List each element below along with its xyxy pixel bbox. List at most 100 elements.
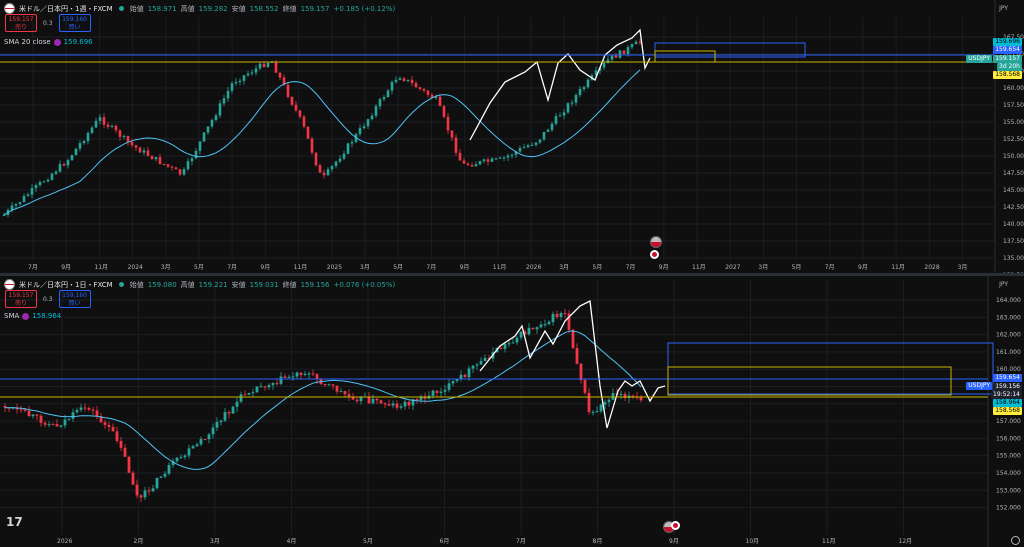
daily-currency-label[interactable]: JPY [999,281,1008,288]
candle-body [587,392,591,413]
candle-body [163,473,167,477]
candle-body [59,425,63,427]
candle-body [151,488,155,492]
candle-body [394,79,398,82]
candle-body [603,402,607,405]
candle-body [19,409,23,411]
daily-buy-button[interactable]: 159.160 買い [58,290,91,308]
settings-gear-icon[interactable] [1011,536,1020,545]
candle-body [95,410,99,417]
candle-body [366,119,370,127]
time-axis-label: 11月 [692,264,706,271]
weekly-sma-legend[interactable]: SMA 20 close 159.696 [4,38,93,46]
weekly-symbol-title[interactable]: 米ドル／日本円・1週・FXCM [19,4,113,14]
price-axis-label: 135.000 [1003,255,1024,262]
candle-body [399,406,403,408]
candle-body [63,419,67,426]
weekly-trade-buttons: 159.157 売り 0.3 159.160 買い [5,14,91,32]
candle-body [638,41,642,43]
daily-chart-canvas[interactable]: 164.000 163.000 162.000 161.000 160.000 159.0… [0,276,1024,547]
candle-body [267,385,271,388]
market-open-icon [118,282,124,287]
candle-body [379,400,383,404]
candle-body [167,465,171,474]
candle-body [619,393,623,395]
daily-spread: 0.3 [43,295,53,303]
candle-body [634,41,638,45]
candle-body [259,386,263,388]
weekly-chart-pane[interactable]: 167.500165.000162.500160.000157.500155.0… [0,0,1024,273]
time-axis-label: 11月 [822,538,836,545]
weekly-chart-canvas[interactable]: 167.500165.000162.500160.000157.500155.0… [0,0,1024,273]
economic-event-icon[interactable] [650,236,662,248]
candle-body [402,78,406,82]
candle-body [466,163,470,165]
daily-sell-button[interactable]: 159.157 売り [5,290,37,308]
price-axis-label: 145.000 [1003,187,1024,194]
candle-body [106,124,110,127]
daily-yellow-line-tag: 158.568 [993,407,1022,415]
weekly-buy-price: 159.160 [62,16,87,23]
candle-body [334,161,338,166]
candle-body [630,44,634,48]
candle-body [374,106,378,116]
candle-body [323,383,327,385]
candle-body [398,78,402,80]
tradingview-logo[interactable]: 17 [6,515,23,529]
dividend-event-icon[interactable] [671,521,680,530]
candle-body [206,126,210,133]
candle-body [47,424,51,426]
candle-body [231,406,235,414]
candle-body [330,165,334,170]
candle-body [338,158,342,162]
weekly-buy-button[interactable]: 159.160 買い [58,14,91,32]
price-axis-label: 155.000 [1003,119,1024,126]
candle-body [538,139,542,143]
sma-settings-icon[interactable] [53,38,61,46]
time-axis-label: 5月 [592,264,602,271]
candle-body [291,376,295,378]
sma-settings-icon[interactable] [22,312,30,320]
candle-body [218,103,222,116]
price-axis-label: 157.500 [1003,102,1024,109]
candle-body [326,169,330,176]
daily-blue-line-tag: 159.654 [993,374,1022,382]
candle-body [559,313,563,318]
candle-body [226,90,230,99]
candle-body [306,126,310,139]
candle-body [435,390,439,393]
candle-body [418,87,422,89]
candle-body [55,424,59,427]
candle-body [38,182,42,186]
candle-body [50,173,54,180]
candle-body [71,412,75,419]
candle-body [626,47,630,55]
candle-body [275,383,279,385]
candle-body [346,143,350,154]
candle-body [207,434,211,440]
candle-body [22,196,26,203]
weekly-currency-label[interactable]: JPY [999,5,1008,12]
candle-body [303,373,307,376]
time-axis-label: 9月 [858,264,868,271]
candle-body [478,161,482,165]
weekly-sell-button[interactable]: 159.157 売り [5,14,37,32]
daily-close-value: 159.156 [300,280,330,289]
weekly-blue-line-tag: 159.654 [993,46,1022,54]
candle-body [202,132,206,142]
daily-sell-label: 売り [14,300,27,307]
daily-symbol-title[interactable]: 米ドル／日本円・1日・FXCM [19,280,113,290]
time-axis-label: 7月 [28,264,38,271]
weekly-spread: 0.3 [43,19,53,27]
candle-body [278,72,282,78]
dividend-event-icon[interactable] [650,250,659,259]
candle-body [155,477,159,489]
price-axis-label: 163.000 [996,314,1021,321]
price-axis-label: 162.000 [996,332,1021,339]
daily-chart-pane[interactable]: 164.000 163.000 162.000 161.000 160.000 159.0… [0,276,1024,547]
candle-body [287,376,291,378]
candle-body [179,457,183,459]
daily-sma-legend[interactable]: SMA 158.964 [4,312,61,320]
time-axis-label: 9月 [61,264,71,271]
candle-body [519,331,523,338]
